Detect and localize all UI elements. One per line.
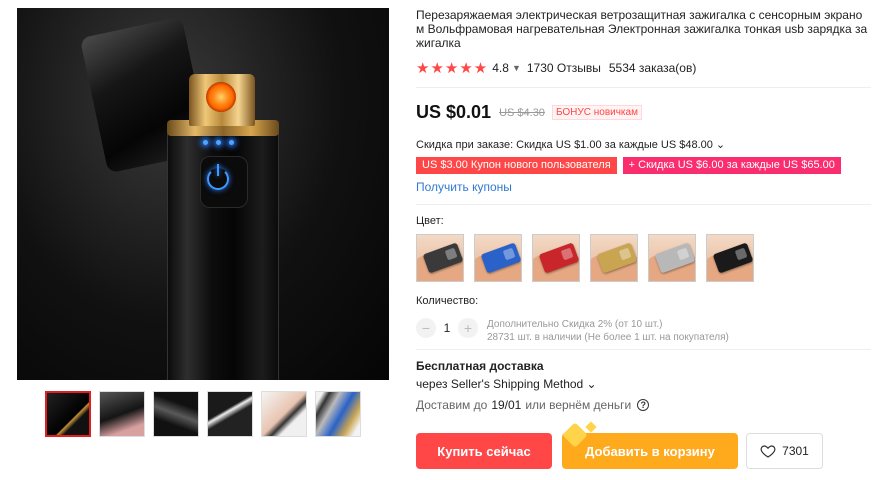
delivery-date: 19/01 [491, 398, 522, 412]
store-discount-coupon[interactable]: + Скидка US $6.00 за каждые US $65.00 [622, 157, 841, 174]
delivery-estimate: Доставим до 19/01 или вернём деньги ? [416, 398, 650, 412]
shipping-method-select[interactable]: через Seller's Shipping Method ⌄ [416, 377, 597, 391]
thumbnail[interactable] [45, 391, 91, 437]
bonus-badge: БОНУС новичкам [551, 105, 642, 120]
chevron-down-icon[interactable]: ▼ [512, 63, 521, 73]
delivery-suffix: или вернём деньги [525, 398, 632, 412]
product-title: Перезаряжаемая электрическая ветрозащитн… [416, 8, 868, 50]
order-discount[interactable]: Скидка при заказе: Скидка US $1.00 за ка… [416, 138, 725, 151]
quantity-minus-button[interactable]: − [416, 318, 436, 338]
thumbnail[interactable] [315, 391, 361, 437]
buy-now-button[interactable]: Купить сейчас [416, 433, 552, 469]
quantity-plus-button[interactable]: + [458, 318, 478, 338]
color-swatch-red[interactable] [532, 234, 580, 282]
led-indicator [229, 140, 234, 145]
get-coupons-link[interactable]: Получить купоны [416, 180, 512, 194]
wishlist-button[interactable]: 7301 [746, 433, 823, 469]
color-label: Цвет: [416, 215, 444, 227]
divider [416, 204, 871, 205]
old-price: US $4.30 [499, 106, 545, 119]
color-swatches [416, 234, 754, 282]
heating-coil [206, 82, 236, 112]
product-main-image[interactable] [17, 8, 389, 380]
wishlist-count: 7301 [782, 444, 809, 458]
stock-note: 28731 шт. в наличии (Не более 1 шт. на п… [487, 332, 729, 343]
color-swatch-black[interactable] [706, 234, 754, 282]
reviews-link[interactable]: 1730 Отзывы [527, 61, 601, 75]
price-row: US $0.01 US $4.30 БОНУС новичкам [416, 102, 642, 123]
color-swatch-silver[interactable] [648, 234, 696, 282]
divider [416, 349, 871, 350]
thumbnail-strip [45, 391, 361, 437]
help-icon[interactable]: ? [637, 399, 650, 411]
divider [416, 87, 871, 88]
thumbnail[interactable] [153, 391, 199, 437]
new-user-coupon[interactable]: US $3.00 Купон нового пользователя [416, 157, 617, 174]
thumbnail[interactable] [99, 391, 145, 437]
rating-stars-icon: ★★★★★ [416, 60, 489, 77]
power-icon-bar [217, 164, 219, 176]
color-swatch-blue[interactable] [474, 234, 522, 282]
quantity-input[interactable]: 1 [436, 321, 458, 335]
rating-value[interactable]: 4.8 [492, 61, 509, 75]
sparkle-icon [585, 421, 597, 433]
add-to-cart-button[interactable]: Добавить в корзину [562, 433, 738, 469]
shipping-title: Бесплатная доставка [416, 359, 544, 373]
color-swatch-black-silver[interactable] [416, 234, 464, 282]
thumbnail[interactable] [207, 391, 253, 437]
quantity-label: Количество: [416, 295, 479, 307]
led-indicator [203, 140, 208, 145]
rating-row: ★★★★★ 4.8 ▼ 1730 Отзывы 5534 заказа(ов) [416, 59, 696, 77]
heart-icon [760, 445, 776, 458]
orders-count: 5534 заказа(ов) [608, 61, 697, 75]
color-swatch-gold[interactable] [590, 234, 638, 282]
delivery-prefix: Доставим до [416, 398, 488, 412]
coupon-list: US $3.00 Купон нового пользователя + Ски… [416, 157, 841, 174]
current-price: US $0.01 [416, 102, 492, 122]
quantity-note: Дополнительно Скидка 2% (от 10 шт.) 2873… [487, 318, 729, 344]
bulk-discount-note: Дополнительно Скидка 2% (от 10 шт.) [487, 319, 663, 330]
thumbnail[interactable] [261, 391, 307, 437]
quantity-stepper: − 1 + [416, 318, 478, 338]
led-indicator [216, 140, 221, 145]
